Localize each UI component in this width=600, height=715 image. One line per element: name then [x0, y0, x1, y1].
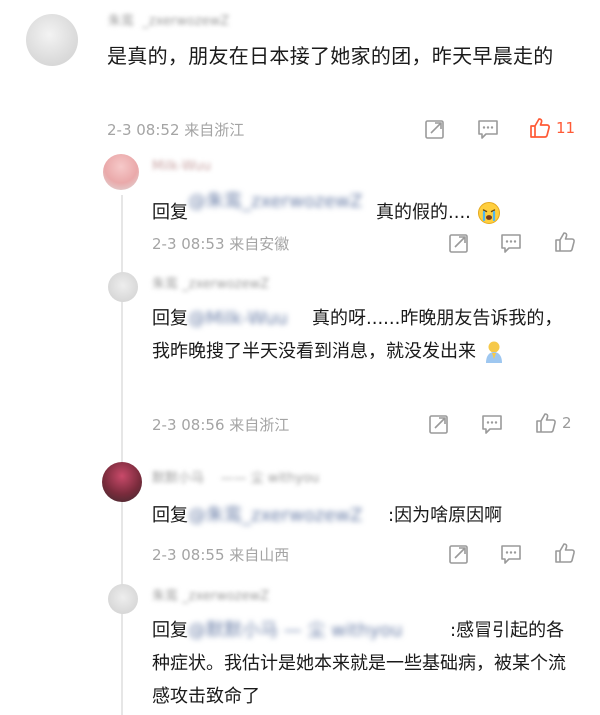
like-icon [555, 543, 575, 563]
comment-icon [478, 120, 498, 139]
reply-meta: 2-3 08:56 来自浙江 [152, 416, 290, 434]
reply-text: 回复@Milk-Wuu 真的呀......昨晚朋友告诉我的，我昨晚搜了半天没看到消… [152, 302, 572, 368]
comment-button[interactable] [500, 543, 522, 565]
pray-emoji-icon [482, 339, 506, 365]
share-icon [449, 234, 468, 253]
mention-link[interactable]: @默默小马 — 尘 withyou [188, 614, 450, 647]
like-icon [555, 232, 575, 252]
like-count: 11 [556, 119, 576, 137]
reply-prefix: 回复 [152, 202, 188, 223]
share-button[interactable] [428, 413, 450, 435]
reply-username[interactable]: 朱鸾 _zxerwozewZ [152, 585, 269, 604]
like-button[interactable]: 11 [528, 116, 575, 140]
reply-text: 回复@默默小马 — 尘 withyou:感冒引起的各种症状。我估计是她本来就是一… [152, 614, 572, 713]
comment-button[interactable] [500, 232, 522, 254]
mention-link[interactable]: @朱鸾_zxerwozewZ [188, 499, 388, 532]
comment-icon [482, 415, 502, 434]
like-button[interactable]: 2 [534, 411, 572, 435]
share-icon [425, 120, 444, 139]
comment-icon [501, 234, 521, 253]
comment-text: 是真的，朋友在日本接了她家的团，昨天早晨走的 [107, 44, 554, 68]
avatar[interactable] [108, 584, 138, 614]
share-button[interactable] [448, 232, 470, 254]
comment-username[interactable]: 朱鸾 _zxerwozewZ [108, 10, 229, 29]
comment-icon [501, 545, 521, 564]
reply-text: 回复@朱鸾_zxerwozewZ真的假的.... [152, 185, 572, 229]
reply-username[interactable]: 默默小马 —— 尘 withyou [152, 467, 319, 486]
reply-username[interactable]: 朱鸾 _zxerwozewZ [152, 273, 269, 292]
reply-text: 回复@朱鸾_zxerwozewZ:因为啥原因啊 [152, 499, 572, 532]
comment-button[interactable] [477, 118, 499, 140]
reply-meta: 2-3 08:53 来自安徽 [152, 235, 290, 253]
comment-meta: 2-3 08:52 来自浙江 [107, 121, 245, 139]
crying-emoji-icon [477, 201, 501, 225]
like-button[interactable] [553, 541, 577, 565]
share-button[interactable] [448, 543, 470, 565]
reply-prefix: 回复 [152, 308, 188, 329]
reply-prefix: 回复 [152, 620, 188, 641]
comment-button[interactable] [481, 413, 503, 435]
share-icon [449, 545, 468, 564]
avatar[interactable] [103, 154, 139, 190]
share-button[interactable] [424, 118, 446, 140]
mention-link[interactable]: @Milk-Wuu [188, 302, 306, 335]
avatar[interactable] [26, 14, 78, 66]
avatar[interactable] [108, 272, 138, 302]
reply-username[interactable]: Milk-Wuu [152, 159, 211, 174]
share-icon [429, 415, 448, 434]
reply-prefix: 回复 [152, 505, 188, 526]
avatar[interactable] [102, 462, 142, 502]
like-button[interactable] [553, 230, 577, 254]
mention-link[interactable]: @朱鸾_zxerwozewZ [188, 185, 368, 218]
reply-meta: 2-3 08:55 来自山西 [152, 546, 290, 564]
like-icon [530, 118, 550, 138]
like-icon [536, 413, 556, 433]
like-count: 2 [562, 414, 572, 432]
